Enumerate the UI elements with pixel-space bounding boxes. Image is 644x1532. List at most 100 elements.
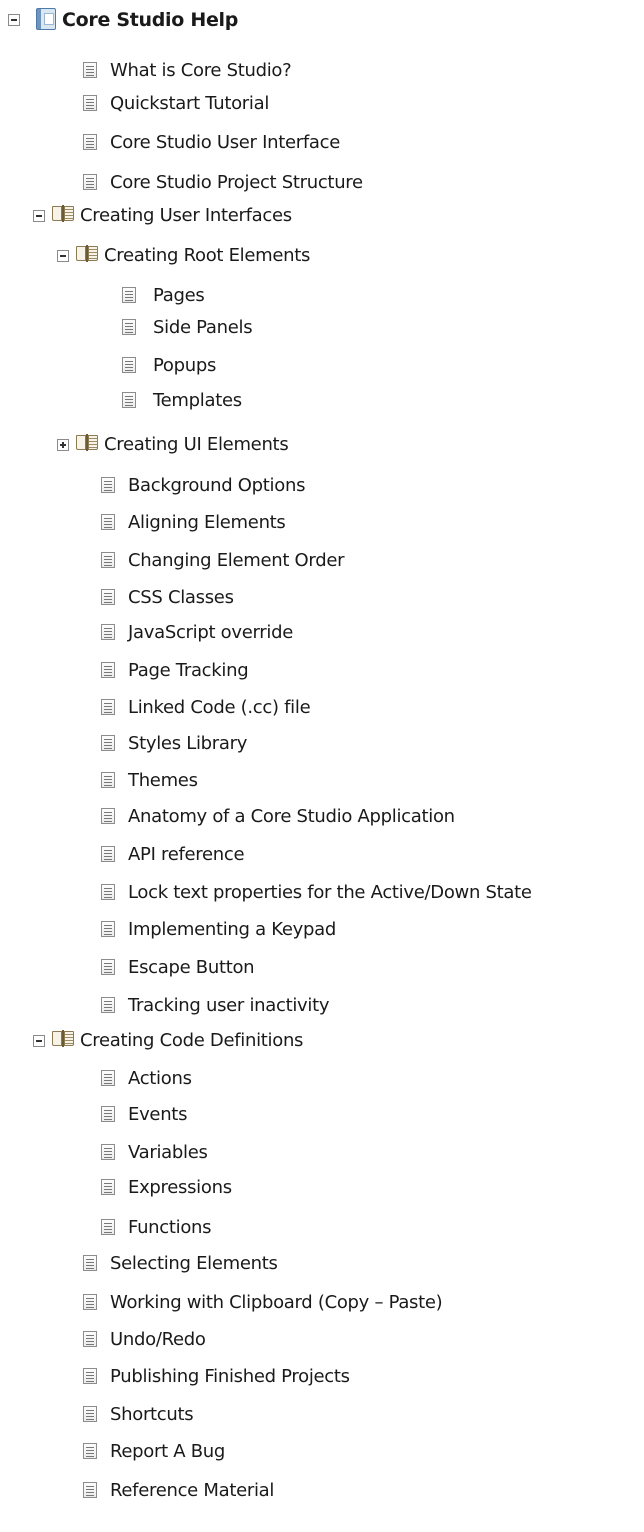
tree-item-label: Creating Root Elements [104,245,311,266]
collapse-icon[interactable] [8,14,20,26]
tree-item-label: Styles Library [128,733,248,754]
tree-item-label: Page Tracking [128,660,249,681]
tree-item-label: Core Studio Help [62,9,239,31]
page-icon [101,846,115,862]
tree-item[interactable]: Selecting Elements [0,1248,644,1280]
book-spine [62,1030,64,1047]
tree-item[interactable]: Popups [0,350,644,382]
tree-item[interactable]: Creating User Interfaces [0,200,644,232]
tree-item-label: Linked Code (.cc) file [128,697,311,718]
tree-item[interactable]: Expressions [0,1172,644,1204]
tree-item[interactable]: What is Core Studio? [0,55,644,87]
tree-item[interactable]: Working with Clipboard (Copy – Paste) [0,1287,644,1319]
page-icon [83,1255,97,1271]
tree-item[interactable]: Variables [0,1137,644,1169]
help-root-icon [36,8,56,30]
page-icon [83,95,97,111]
tree-item[interactable]: Creating UI Elements [0,429,644,461]
page-icon [122,392,136,408]
tree-item-label: Lock text properties for the Active/Down… [128,882,532,903]
tree-item[interactable]: Core Studio Project Structure [0,167,644,199]
tree-item[interactable]: Undo/Redo [0,1324,644,1356]
tree-item[interactable]: Lock text properties for the Active/Down… [0,877,644,909]
tree-item[interactable]: Actions [0,1063,644,1095]
expand-icon[interactable] [57,439,69,451]
tree-item-label: Popups [153,355,217,376]
tree-item[interactable]: Escape Button [0,952,644,984]
tree-item[interactable]: Functions [0,1212,644,1244]
page-icon [83,1482,97,1498]
tree-item-label: Side Panels [153,317,253,338]
tree-item[interactable]: Quickstart Tutorial [0,88,644,120]
tree-item-label: Core Studio Project Structure [110,172,363,193]
tree-item-label: Aligning Elements [128,512,286,533]
tree-item-label: Core Studio User Interface [110,132,340,153]
page-icon [101,624,115,640]
page-icon [101,514,115,530]
tree-item-label: Background Options [128,475,306,496]
page-icon [83,134,97,150]
tree-item-label: Templates [153,390,242,411]
page-icon [83,62,97,78]
tree-item-label: Selecting Elements [110,1253,278,1274]
page-icon [101,735,115,751]
tree-item[interactable]: Core Studio User Interface [0,127,644,159]
book-spine [86,434,88,451]
tree-item[interactable]: Themes [0,765,644,797]
book-spine [86,245,88,262]
tree-item[interactable]: Styles Library [0,728,644,760]
page-icon [83,1368,97,1384]
tree-item[interactable]: Background Options [0,470,644,502]
tree-item-label: Variables [128,1142,208,1163]
page-icon [101,589,115,605]
page-icon [122,287,136,303]
tree-item-label: Pages [153,285,205,306]
book-icon [52,1030,74,1049]
tree-item-label: Functions [128,1217,212,1238]
tree-item-label: Anatomy of a Core Studio Application [128,806,455,827]
tree-item[interactable]: Pages [0,280,644,312]
tree-item[interactable]: Publishing Finished Projects [0,1361,644,1393]
page-icon [101,1219,115,1235]
tree-item-label: Tracking user inactivity [128,995,330,1016]
tree-item-label: Expressions [128,1177,232,1198]
collapse-icon[interactable] [57,250,69,262]
tree-item-label: Report A Bug [110,1441,226,1462]
page-icon [122,357,136,373]
tree-item[interactable]: Shortcuts [0,1399,644,1431]
tree-item-label: Escape Button [128,957,255,978]
tree-item[interactable]: Aligning Elements [0,507,644,539]
tree-item[interactable]: Report A Bug [0,1436,644,1468]
tree-item-label: Themes [128,770,198,791]
tree-item[interactable]: Creating Code Definitions [0,1025,644,1057]
tree-item[interactable]: JavaScript override [0,617,644,649]
collapse-icon[interactable] [33,210,45,222]
tree-item[interactable]: Tracking user inactivity [0,990,644,1022]
page-icon [101,662,115,678]
tree-item[interactable]: Implementing a Keypad [0,914,644,946]
tree-item[interactable]: Anatomy of a Core Studio Application [0,801,644,833]
tree-item[interactable]: Events [0,1099,644,1131]
tree-item-label: Actions [128,1068,192,1089]
tree-item-label: Reference Material [110,1480,275,1501]
collapse-icon[interactable] [33,1035,45,1047]
tree-item-label: CSS Classes [128,587,234,608]
tree-item[interactable]: Side Panels [0,312,644,344]
book-icon [76,434,98,453]
page-icon [83,1443,97,1459]
tree-item[interactable]: API reference [0,839,644,871]
page-icon [101,1106,115,1122]
tree-item[interactable]: Changing Element Order [0,545,644,577]
tree-item-label: Working with Clipboard (Copy – Paste) [110,1292,443,1313]
tree-item[interactable]: Templates [0,385,644,417]
tree-item[interactable]: Creating Root Elements [0,240,644,272]
tree-item[interactable]: Reference Material [0,1475,644,1507]
page-icon [101,808,115,824]
tree-item[interactable]: CSS Classes [0,582,644,614]
book-icon [52,205,74,224]
tree-item[interactable]: Linked Code (.cc) file [0,692,644,724]
page-icon [83,1331,97,1347]
tree-item[interactable]: Core Studio Help [0,4,644,36]
tree-item[interactable]: Page Tracking [0,655,644,687]
page-icon [101,884,115,900]
